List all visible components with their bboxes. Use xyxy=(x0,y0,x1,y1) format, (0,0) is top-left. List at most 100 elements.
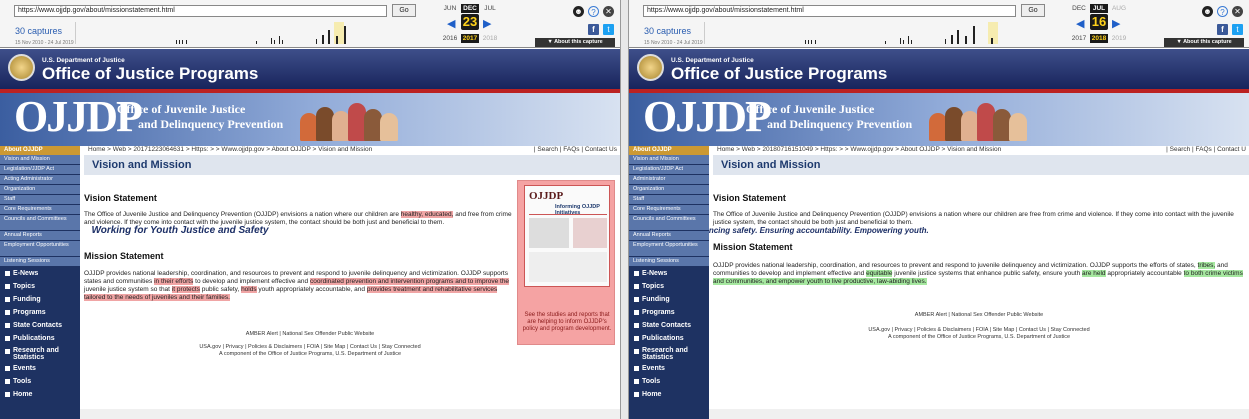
nav-main-item[interactable]: State Contacts xyxy=(629,319,709,332)
year-prev[interactable]: 2017 xyxy=(1070,34,1088,43)
close-icon[interactable]: ✕ xyxy=(1232,6,1243,17)
ojp-title[interactable]: Office of Justice Programs xyxy=(671,64,887,84)
nav-main-item[interactable]: Research and Statistics xyxy=(629,345,709,362)
nav-sub-item[interactable]: Employment Opportunities xyxy=(0,241,80,257)
nav-main-item[interactable]: Programs xyxy=(629,306,709,319)
nav-main-item[interactable]: Publications xyxy=(0,332,80,345)
removed-text-highlight: it protects xyxy=(171,286,200,293)
nav-main-item[interactable]: Events xyxy=(629,362,709,375)
captures-link[interactable]: 30 captures xyxy=(644,26,691,36)
nav-main-item[interactable]: Tools xyxy=(0,375,80,388)
year-prev[interactable]: 2016 xyxy=(441,34,459,43)
banner-line-1: Office of Juvenile Justice xyxy=(746,102,875,116)
year-current: 2017 xyxy=(461,34,479,43)
twitter-icon[interactable]: t xyxy=(603,24,614,35)
nav-sub-item[interactable]: Vision and Mission xyxy=(0,155,80,165)
twitter-icon[interactable]: t xyxy=(1232,24,1243,35)
nav-sub-item[interactable]: Organization xyxy=(0,185,80,195)
vision-heading: Vision Statement xyxy=(713,193,786,203)
nav-main-item[interactable]: Topics xyxy=(629,280,709,293)
close-icon[interactable]: ✕ xyxy=(603,6,614,17)
nav-main-item[interactable]: Home xyxy=(629,388,709,401)
wayback-toolbar: https://www.ojjdp.gov/about/missionstate… xyxy=(0,0,620,48)
nav-sub-item[interactable]: Core Requirements xyxy=(629,205,709,215)
publication-promo[interactable]: OJJDP Informing OJJDP Initiatives See th… xyxy=(517,180,615,345)
nav-main-item[interactable]: E-News xyxy=(0,267,80,280)
footer-links-2[interactable]: USA.gov | Privacy | Policies & Disclaime… xyxy=(130,344,490,351)
footer-links-1[interactable]: AMBER Alert | National Sex Offender Publ… xyxy=(180,331,440,338)
nav-main-item[interactable]: State Contacts xyxy=(0,319,80,332)
nav-sub-item[interactable]: Legislation/JJDP Act xyxy=(0,165,80,175)
nav-main-item[interactable]: E-News xyxy=(629,267,709,280)
breadcrumb[interactable]: Home > Web > 20171223064631 > Https: > >… xyxy=(88,146,372,153)
month-next[interactable]: JUL xyxy=(481,4,499,13)
prev-capture-arrow-icon[interactable]: ◀ xyxy=(447,17,455,30)
nav-sub-item[interactable]: Councils and Committees xyxy=(0,215,80,231)
next-capture-arrow-icon[interactable]: ▶ xyxy=(1112,17,1120,30)
month-next[interactable]: AUG xyxy=(1110,4,1128,13)
vision-text: The Office of Juvenile Justice and Delin… xyxy=(713,211,1234,226)
nav-current-about[interactable]: About OJJDP xyxy=(629,146,709,155)
account-icon[interactable]: ☻ xyxy=(573,6,584,17)
nav-main-item[interactable]: Programs xyxy=(0,306,80,319)
account-icon[interactable]: ☻ xyxy=(1202,6,1213,17)
nav-sub-item[interactable]: Annual Reports xyxy=(629,231,709,241)
removed-text-highlight: in their efforts xyxy=(154,278,194,285)
footer-links-2[interactable]: USA.gov | Privacy | Policies & Disclaime… xyxy=(799,327,1159,334)
nav-main-item[interactable]: Tools xyxy=(629,375,709,388)
nav-sub-item[interactable]: Employment Opportunities xyxy=(629,241,709,257)
nav-sub-item[interactable]: Acting Administrator xyxy=(0,175,80,185)
ojjdp-logo[interactable]: OJJDP xyxy=(643,93,772,141)
help-icon[interactable]: ? xyxy=(588,6,599,17)
nav-sub-item[interactable]: Organization xyxy=(629,185,709,195)
nav-sub-item[interactable]: Administrator xyxy=(629,175,709,185)
captures-link[interactable]: 30 captures xyxy=(15,26,62,36)
breadcrumb[interactable]: Home > Web > 20180716151049 > Https: > >… xyxy=(717,146,1001,153)
nav-main-item[interactable]: Topics xyxy=(0,280,80,293)
nav-main-item[interactable]: Research and Statistics xyxy=(0,345,80,362)
footer-links-1[interactable]: AMBER Alert | National Sex Offender Publ… xyxy=(829,312,1129,319)
nav-sub-item[interactable]: Annual Reports xyxy=(0,231,80,241)
nav-main-item[interactable]: Funding xyxy=(629,293,709,306)
nav-sub-item[interactable]: Staff xyxy=(629,195,709,205)
nav-current-about[interactable]: About OJJDP xyxy=(0,146,80,155)
nav-sub-item[interactable]: Listening Sessions xyxy=(629,257,709,267)
year-next[interactable]: 2019 xyxy=(1110,34,1128,43)
utility-links[interactable]: | Search | FAQs | Contact Us xyxy=(534,146,617,153)
utility-links[interactable]: | Search | FAQs | Contact U xyxy=(1166,146,1246,153)
prev-capture-arrow-icon[interactable]: ◀ xyxy=(1076,17,1084,30)
url-input[interactable]: https://www.ojjdp.gov/about/missionstate… xyxy=(643,5,1016,17)
year-next[interactable]: 2018 xyxy=(481,34,499,43)
ojjdp-logo[interactable]: OJJDP xyxy=(14,93,143,141)
about-capture-button[interactable]: ▼ About this capture xyxy=(1164,38,1244,47)
next-capture-arrow-icon[interactable]: ▶ xyxy=(483,17,491,30)
month-prev[interactable]: JUN xyxy=(441,4,459,13)
nav-sub-item[interactable]: Councils and Committees xyxy=(629,215,709,231)
nav-main-item[interactable]: Events xyxy=(0,362,80,375)
capture-sparkline[interactable] xyxy=(704,22,1010,44)
footer-component: A component of the Office of Justice Pro… xyxy=(887,334,1071,340)
capture-sparkline[interactable] xyxy=(75,22,381,44)
nav-main-item[interactable]: Funding xyxy=(0,293,80,306)
nav-main-item[interactable]: Publications xyxy=(629,332,709,345)
month-prev[interactable]: DEC xyxy=(1070,4,1088,13)
facebook-icon[interactable]: f xyxy=(588,24,599,35)
go-button[interactable]: Go xyxy=(1021,4,1045,17)
nav-sub-item[interactable]: Listening Sessions xyxy=(0,257,80,267)
facebook-icon[interactable]: f xyxy=(1217,24,1228,35)
nav-main-item[interactable]: Home xyxy=(0,388,80,401)
url-input[interactable]: https://www.ojjdp.gov/about/missionstate… xyxy=(14,5,387,17)
help-icon[interactable]: ? xyxy=(1217,6,1228,17)
promo-caption[interactable]: See the studies and reports that are hel… xyxy=(520,312,614,333)
doj-seal-icon xyxy=(637,54,664,81)
nav-sub-item[interactable]: Core Requirements xyxy=(0,205,80,215)
removed-text-highlight: healthy, educated, xyxy=(400,211,454,218)
go-button[interactable]: Go xyxy=(392,4,416,17)
nav-sub-item[interactable]: Legislation/JJDP Act xyxy=(629,165,709,175)
nav-sub-item[interactable]: Vision and Mission xyxy=(629,155,709,165)
ojp-title[interactable]: Office of Justice Programs xyxy=(42,64,258,84)
vision-heading: Vision Statement xyxy=(84,193,157,203)
sparkline-current-year xyxy=(988,22,998,44)
about-capture-button[interactable]: ▼ About this capture xyxy=(535,38,615,47)
nav-sub-item[interactable]: Staff xyxy=(0,195,80,205)
